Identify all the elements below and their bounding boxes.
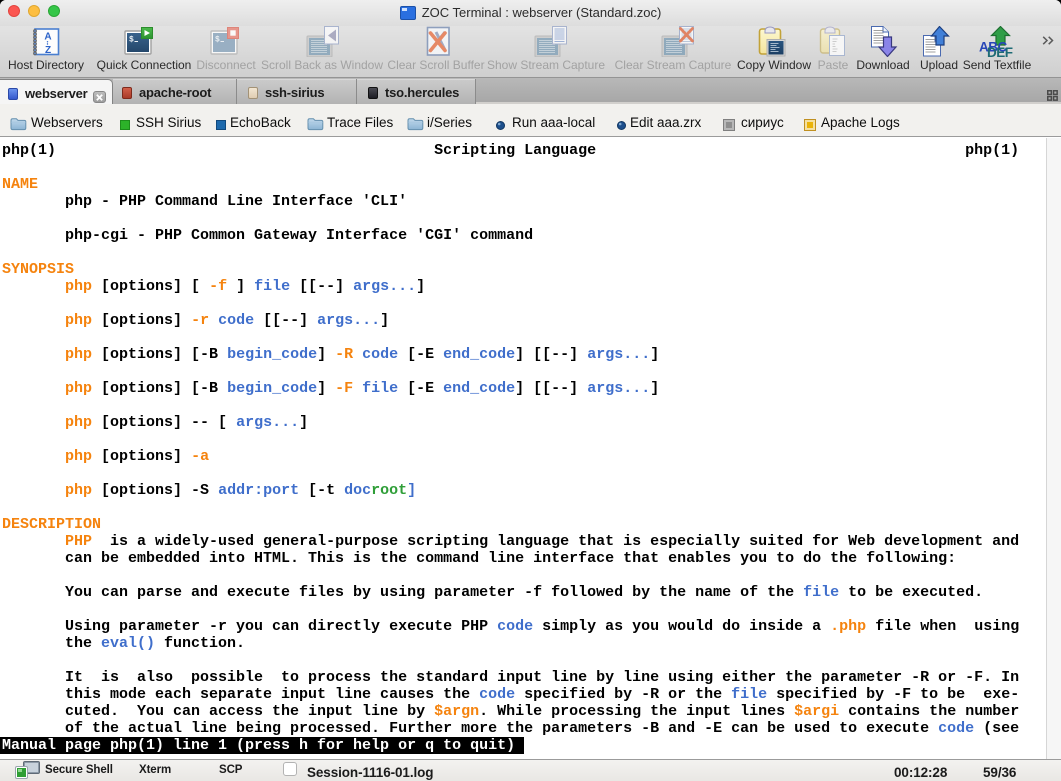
- svg-text:DEF: DEF: [987, 45, 1013, 58]
- svg-text:$: $: [129, 36, 134, 45]
- svg-text:A: A: [44, 32, 51, 43]
- svg-text:$: $: [215, 36, 220, 45]
- svg-text:Z: Z: [45, 45, 51, 56]
